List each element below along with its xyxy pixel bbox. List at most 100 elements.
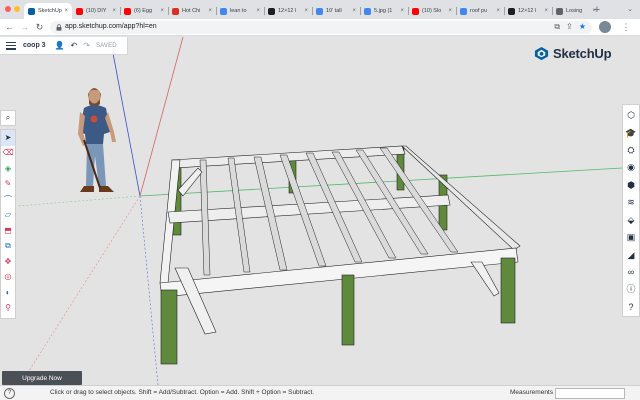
tab-title: roof pu <box>470 8 488 14</box>
close-tab-icon[interactable]: × <box>448 8 452 14</box>
offset-icon[interactable]: ⧉ <box>1 239 15 255</box>
url-text[interactable]: app.sketchup.com/app?hl=en <box>65 23 157 30</box>
minimize-window-button[interactable] <box>14 6 20 12</box>
tab-title: 12×12 l <box>518 8 537 14</box>
browser-tab[interactable]: 10' tall × <box>312 3 360 19</box>
g-icon <box>508 7 515 15</box>
browser-tab[interactable]: lean to × <box>216 3 264 19</box>
pencil-line-icon[interactable]: ✎ <box>1 177 15 193</box>
close-tab-icon[interactable]: × <box>208 8 212 14</box>
browser-tab[interactable]: 5.jpg (1 × <box>360 3 408 19</box>
materials-icon[interactable]: ◉ <box>623 159 639 176</box>
green-axis-neg <box>17 195 141 207</box>
instructor-status-icon[interactable]: ? <box>4 388 15 399</box>
undo-icon[interactable]: ↶ <box>71 41 78 50</box>
google-icon <box>316 7 323 15</box>
omnibox-actions: ⧉ ⇪ ★ <box>554 22 586 32</box>
sketchup-logo: SketchUp <box>534 46 612 61</box>
browser-tab[interactable]: (10) DIY × <box>72 3 120 19</box>
reload-icon[interactable]: ↻ <box>33 21 46 34</box>
left-toolbar: ➤ ⌫ ◈ ✎ ⌒ ▱ ⬒ ⧉ ✥ ◎ ◐ ⚲ <box>0 129 16 319</box>
red-axis-neg <box>19 195 141 385</box>
redo-icon[interactable]: ↷ <box>83 41 90 50</box>
user-icon[interactable]: 👤 <box>55 41 65 50</box>
eraser-tool-icon[interactable]: ⌫ <box>1 146 15 162</box>
tool-search-icon: ⌕ <box>5 113 11 122</box>
close-tab-icon[interactable]: × <box>544 8 548 14</box>
section-plane-icon[interactable]: ◐ <box>1 285 15 301</box>
forward-icon[interactable]: → <box>18 21 31 34</box>
scale-figure[interactable] <box>78 88 116 192</box>
browser-tab[interactable]: 12×12 l × <box>264 3 312 19</box>
views-icon[interactable]: ⬙ <box>623 212 639 229</box>
close-window-button[interactable] <box>5 6 11 12</box>
tab-title: 5.jpg (1 <box>374 8 393 14</box>
browser-tab[interactable]: 12×12 l × <box>504 3 552 19</box>
g-icon <box>268 7 275 15</box>
share-icon[interactable]: ⇪ <box>566 22 573 32</box>
close-tab-icon[interactable]: × <box>496 8 500 14</box>
tab-title: SketchUp <box>38 8 62 14</box>
sketchup-logo-icon <box>534 46 549 61</box>
status-hint: Click or drag to select objects. Shift =… <box>50 389 315 396</box>
info-icon[interactable]: ⓘ <box>623 281 639 298</box>
entity-info-icon[interactable]: ⬡ <box>623 107 639 124</box>
coop-frame-model[interactable] <box>159 145 521 365</box>
layers-icon[interactable]: ≋ <box>623 194 639 211</box>
help-icon[interactable]: ? <box>623 299 639 316</box>
install-app-icon[interactable]: ⧉ <box>554 22 560 32</box>
close-tab-icon[interactable]: × <box>256 8 260 14</box>
google-icon <box>220 7 227 15</box>
upgrade-now-button[interactable]: Upgrade Now <box>2 371 82 385</box>
browser-tab[interactable]: (6) Egg × <box>120 3 168 19</box>
measurements-input[interactable] <box>555 388 625 399</box>
push-pull-icon[interactable]: ⬒ <box>1 223 15 239</box>
tab-title: lean to <box>230 8 247 14</box>
browser-tab[interactable]: Hot Chi × <box>168 3 216 19</box>
browser-toolbar: ← → ↻ app.sketchup.com/app?hl=en ⧉ ⇪ ★ ⋮ <box>0 19 640 36</box>
styles-icon[interactable]: ⬢ <box>623 177 639 194</box>
measurements-label: Measurements <box>510 389 553 396</box>
address-bar[interactable]: app.sketchup.com/app?hl=en ⧉ ⇪ ★ <box>50 21 592 34</box>
bookmark-star-icon[interactable]: ★ <box>579 22 586 32</box>
arc-tool-icon[interactable]: ⌒ <box>1 192 15 208</box>
tab-list: SketchUp × (10) DIY × (6) Egg × Hot Chi × lean t… <box>24 3 600 19</box>
close-tab-icon[interactable]: × <box>400 8 404 14</box>
tab-search-icon[interactable]: ⌄ <box>624 3 636 17</box>
close-tab-icon[interactable]: × <box>112 8 116 14</box>
shadows-icon[interactable]: ◢ <box>623 246 639 263</box>
instructor-icon[interactable]: 🎓 <box>623 124 639 141</box>
close-tab-icon[interactable]: × <box>304 8 308 14</box>
app-window: SketchUp × (10) DIY × (6) Egg × Hot Chi × lean t… <box>0 0 640 400</box>
tab-title: (6) Egg <box>134 8 153 14</box>
hamburger-menu-icon[interactable] <box>6 41 16 50</box>
display-icon[interactable]: ∞ <box>623 264 639 281</box>
browser-tab[interactable]: SketchUp × <box>24 3 72 19</box>
model-name[interactable]: coop 3 <box>23 42 46 49</box>
red-a-icon <box>172 7 179 15</box>
close-tab-icon[interactable]: × <box>64 8 68 14</box>
browser-menu-icon[interactable]: ⋮ <box>620 21 632 34</box>
scene-canvas[interactable] <box>0 37 640 385</box>
search-tools-button[interactable]: ⌕ <box>0 110 16 126</box>
close-tab-icon[interactable]: × <box>352 8 356 14</box>
back-icon[interactable]: ← <box>3 21 16 34</box>
browser-tab[interactable]: roof pu × <box>456 3 504 19</box>
sketchup-icon <box>28 7 35 15</box>
profile-avatar[interactable] <box>599 21 611 33</box>
tape-measure-icon[interactable]: ◎ <box>1 270 15 286</box>
move-tool-icon[interactable]: ✥ <box>1 254 15 270</box>
walk-tool-icon[interactable]: ⚲ <box>1 301 15 317</box>
browser-tab[interactable]: (10) Slo × <box>408 3 456 19</box>
rectangle-tool-icon[interactable]: ▱ <box>1 208 15 224</box>
tab-title: Hot Chi <box>182 8 201 14</box>
save-status: SAVED <box>95 42 117 49</box>
youtube-icon <box>124 7 131 15</box>
components-icon[interactable]: ⛭ <box>623 142 639 159</box>
paint-bucket-icon[interactable]: ◈ <box>1 161 15 177</box>
new-tab-button[interactable]: + <box>590 3 604 17</box>
scenes-icon[interactable]: ▣ <box>623 229 639 246</box>
select-tool-icon[interactable]: ➤ <box>1 130 15 146</box>
model-viewport[interactable] <box>0 37 640 385</box>
close-tab-icon[interactable]: × <box>160 8 164 14</box>
